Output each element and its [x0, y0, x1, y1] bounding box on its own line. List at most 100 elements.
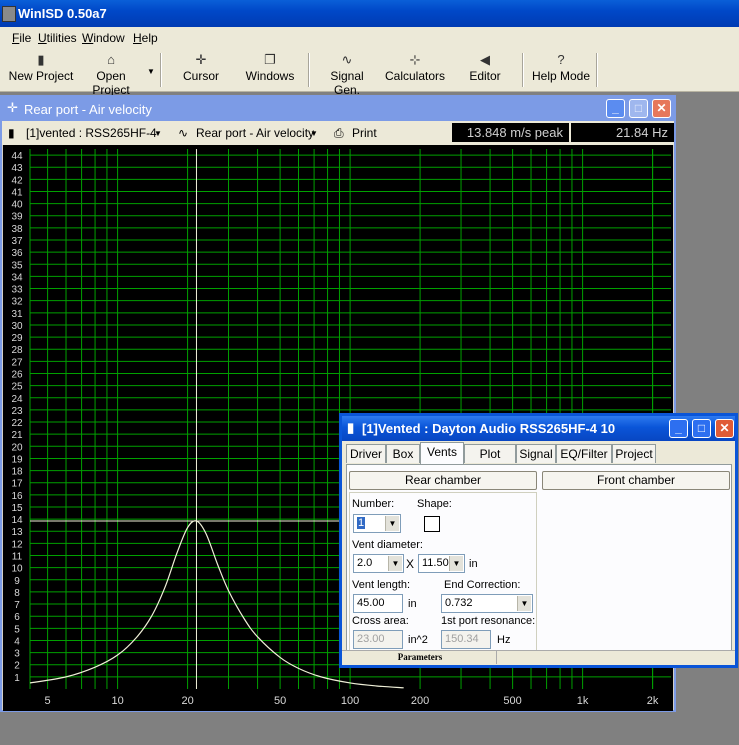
- windows-button[interactable]: ❐ Windows: [242, 51, 298, 89]
- close-button[interactable]: ✕: [715, 419, 734, 438]
- y-tick-label: 42: [11, 175, 23, 186]
- y-tick-label: 27: [11, 357, 23, 368]
- y-tick-label: 29: [11, 333, 23, 344]
- vent-diameter-value-2: 11.50: [422, 557, 449, 569]
- x-tick-label: 100: [341, 695, 359, 707]
- printer-icon: ⎙: [334, 126, 344, 140]
- y-tick-label: 35: [11, 260, 23, 271]
- vent-diameter-value: 2.0: [357, 557, 373, 569]
- y-tick-label: 22: [11, 418, 23, 429]
- vent-length-field[interactable]: 45.00: [353, 594, 403, 613]
- x-tick-label: 2k: [647, 695, 659, 707]
- toolbar-separator: [308, 53, 310, 87]
- project-icon: ▮: [8, 126, 15, 140]
- cross-area-unit: in^2: [408, 634, 428, 646]
- y-tick-label: 6: [14, 612, 20, 623]
- vent-diameter-select[interactable]: 2.0 ▼: [353, 554, 404, 573]
- y-tick-label: 2: [14, 661, 20, 672]
- port-resonance-unit: Hz: [497, 634, 511, 646]
- shape-square-icon[interactable]: [424, 516, 440, 532]
- menu-file[interactable]: File: [12, 31, 31, 45]
- signal-gen-label: Signal Gen.: [330, 69, 364, 97]
- x-tick-label: 10: [111, 695, 123, 707]
- y-tick-label: 36: [11, 248, 23, 259]
- app-icon: [2, 6, 16, 22]
- cursor-icon: ✛: [195, 52, 207, 67]
- close-button[interactable]: ✕: [652, 99, 671, 118]
- question-icon: ?: [557, 52, 565, 67]
- maximize-button[interactable]: □: [692, 419, 711, 438]
- y-tick-label: 16: [11, 491, 23, 502]
- signal-gen-button[interactable]: ∿ Signal Gen.: [316, 51, 378, 97]
- vent-length-label: Vent length:: [352, 579, 411, 591]
- front-chamber-button[interactable]: Front chamber: [542, 471, 730, 490]
- chart-window-title-bar[interactable]: ✛ Rear port - Air velocity _ □ ✕: [2, 97, 674, 121]
- cursor-button[interactable]: ✛ Cursor: [176, 51, 226, 89]
- menu-window[interactable]: Window: [82, 31, 125, 45]
- speaker-icon: ◀: [480, 52, 490, 67]
- graph-type-icon: ∿: [178, 126, 189, 140]
- app-title: WinISD 0.50a7: [18, 6, 107, 21]
- minimize-button[interactable]: _: [606, 99, 625, 118]
- y-tick-label: 24: [11, 394, 23, 405]
- end-correction-select[interactable]: 0.732 ▼: [441, 594, 533, 613]
- x-tick-label: 200: [411, 695, 429, 707]
- port-resonance-field: 150.34: [441, 630, 491, 649]
- graph-select[interactable]: Rear port - Air velocity: [196, 126, 314, 140]
- menu-utilities[interactable]: Utilities: [38, 31, 77, 45]
- y-tick-label: 18: [11, 467, 23, 478]
- params-status-bar: Parameters: [342, 650, 735, 665]
- y-tick-label: 37: [11, 236, 23, 247]
- tab-plot[interactable]: Plot: [464, 444, 516, 463]
- params-window-title-bar[interactable]: ▮ [1]Vented : Dayton Audio RSS265HF-4 10…: [342, 416, 735, 441]
- tab-signal[interactable]: Signal: [516, 444, 556, 463]
- help-mode-button[interactable]: ? Help Mode: [530, 51, 592, 89]
- maximize-button[interactable]: □: [629, 99, 648, 118]
- vents-panel: Rear chamber Front chamber Number: 1 ▼ S…: [346, 464, 732, 654]
- chevron-down-icon[interactable]: ▼: [154, 129, 162, 138]
- toolbar-separator: [596, 53, 598, 87]
- x-tick-label: 500: [503, 695, 521, 707]
- times-label: X: [406, 557, 415, 571]
- y-tick-label: 39: [11, 212, 23, 223]
- vent-diameter-unit: in: [469, 558, 478, 570]
- rear-chamber-button[interactable]: Rear chamber: [349, 471, 537, 490]
- calculators-button[interactable]: ⊹ Calculators: [384, 51, 446, 89]
- number-label: Number:: [352, 498, 395, 510]
- x-tick-label: 50: [274, 695, 286, 707]
- chevron-down-icon[interactable]: ▼: [310, 129, 318, 138]
- y-tick-label: 25: [11, 382, 23, 393]
- y-tick-label: 8: [14, 588, 20, 599]
- y-tick-label: 38: [11, 224, 23, 235]
- y-tick-label: 19: [11, 454, 23, 465]
- tab-eq-filter[interactable]: EQ/Filter: [556, 444, 612, 463]
- y-tick-label: 20: [11, 442, 23, 453]
- y-tick-label: 31: [11, 309, 23, 320]
- menu-help[interactable]: Help: [133, 31, 158, 45]
- new-project-button[interactable]: ▮ New Project: [8, 51, 74, 89]
- minimize-button[interactable]: _: [669, 419, 688, 438]
- y-tick-label: 11: [12, 552, 23, 563]
- chevron-down-icon: ▼: [388, 556, 402, 571]
- y-tick-label: 10: [11, 564, 23, 575]
- tab-project[interactable]: Project: [612, 444, 656, 463]
- windows-label: Windows: [245, 69, 295, 83]
- editor-button[interactable]: ◀ Editor: [462, 51, 508, 89]
- readout-frequency: 21.84 Hz: [571, 123, 674, 142]
- y-tick-label: 33: [11, 285, 23, 296]
- vent-diameter-select-2[interactable]: 11.50 ▼: [418, 554, 465, 573]
- y-tick-label: 12: [11, 539, 23, 550]
- project-select[interactable]: [1]vented : RSS265HF-4: [26, 126, 157, 140]
- tab-driver[interactable]: Driver: [346, 444, 386, 463]
- number-select[interactable]: 1 ▼: [353, 514, 401, 533]
- tab-vents[interactable]: Vents: [420, 442, 464, 464]
- print-button[interactable]: Print: [352, 126, 377, 140]
- calculators-label: Calculators: [384, 69, 446, 83]
- y-tick-label: 23: [11, 406, 23, 417]
- open-project-button[interactable]: ⌂ Open Project: [76, 51, 146, 97]
- vent-diameter-label: Vent diameter:: [352, 539, 423, 551]
- y-tick-label: 14: [11, 515, 23, 526]
- tab-box[interactable]: Box: [386, 444, 420, 463]
- y-tick-label: 40: [11, 200, 23, 211]
- x-tick-label: 20: [181, 695, 193, 707]
